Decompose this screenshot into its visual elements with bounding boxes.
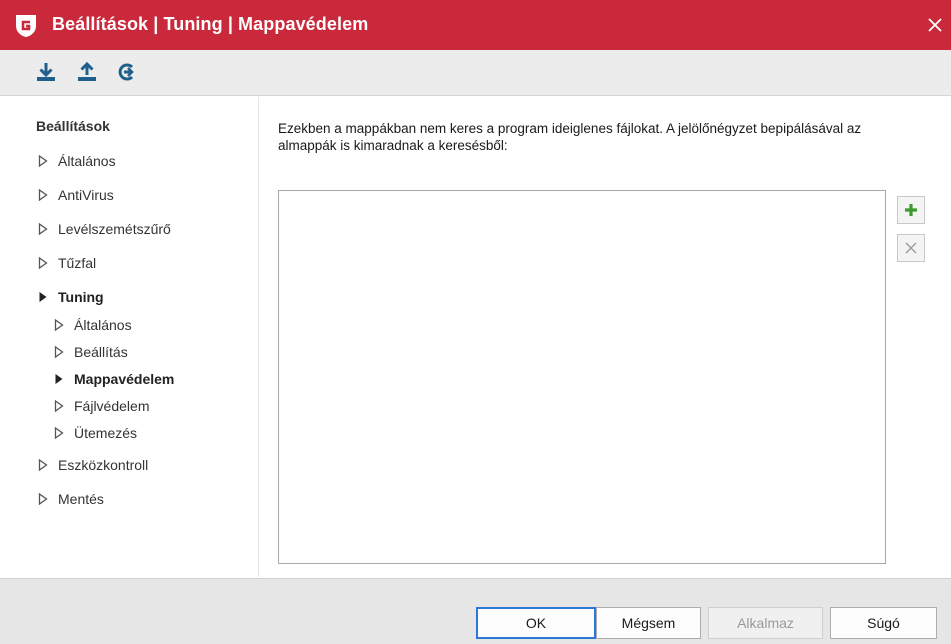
sidebar-item-label: Eszközkontroll	[58, 457, 149, 473]
expand-arrow-icon	[52, 399, 66, 413]
selected-arrow-icon	[52, 372, 66, 386]
sidebar-item-eszkozkontroll[interactable]: Eszközkontroll	[36, 457, 148, 473]
reset-icon	[118, 63, 134, 81]
sidebar-subitem-beallitas[interactable]: Beállítás	[52, 344, 128, 360]
export-icon	[78, 61, 96, 81]
sidebar-item-label: AntiVirus	[58, 187, 114, 203]
add-folder-button[interactable]	[897, 196, 925, 224]
expand-arrow-icon	[36, 154, 50, 168]
expand-arrow-icon	[52, 318, 66, 332]
settings-sidebar: Beállítások Általános AntiVirus Levélsze…	[0, 97, 259, 577]
description-text: Ezekben a mappákban nem keres a program …	[278, 121, 862, 153]
sidebar-item-tuzfal[interactable]: Tűzfal	[36, 255, 96, 271]
remove-folder-button[interactable]	[897, 234, 925, 262]
expand-arrow-icon	[36, 492, 50, 506]
sidebar-item-levelszemetszuro[interactable]: Levélszemétszűrő	[36, 221, 171, 237]
sidebar-subitem-utemezes[interactable]: Ütemezés	[52, 425, 137, 441]
plus-icon	[905, 204, 917, 216]
expand-arrow-icon	[36, 222, 50, 236]
sidebar-item-altalanos[interactable]: Általános	[36, 153, 116, 169]
ok-button[interactable]: OK	[476, 607, 596, 639]
sidebar-subitem-mappavedelem[interactable]: Mappavédelem	[52, 371, 174, 387]
remove-icon	[905, 242, 917, 254]
import-icon	[37, 63, 55, 81]
sidebar-item-label: Beállítás	[74, 344, 128, 360]
sidebar-item-label: Levélszemétszűrő	[58, 221, 171, 237]
sidebar-item-label: Tűzfal	[58, 255, 97, 271]
main-content: Ezekben a mappákban nem keres a program …	[260, 97, 951, 577]
help-button[interactable]: Súgó	[830, 607, 937, 639]
import-button[interactable]	[32, 58, 60, 86]
dialog-footer: OK Mégsem Alkalmaz Súgó	[0, 578, 951, 644]
sidebar-item-label: Ütemezés	[74, 425, 138, 441]
gdata-logo-icon	[15, 14, 37, 38]
sidebar-item-label: Mappavédelem	[74, 371, 175, 387]
sidebar-item-label: Fájlvédelem	[74, 398, 150, 414]
sidebar-subitem-fajlvedelem[interactable]: Fájlvédelem	[52, 398, 149, 414]
sidebar-item-tuning[interactable]: Tuning	[36, 289, 104, 305]
sidebar-item-label: Általános	[74, 317, 132, 333]
sidebar-item-label: Mentés	[58, 491, 104, 507]
window-title: Beállítások | Tuning | Mappavédelem	[52, 14, 369, 34]
sidebar-heading: Beállítások	[36, 118, 110, 134]
title-bar: Beállítások | Tuning | Mappavédelem	[0, 0, 951, 50]
sidebar-item-mentes[interactable]: Mentés	[36, 491, 104, 507]
sidebar-item-label: Tuning	[58, 289, 104, 305]
excluded-folders-list[interactable]	[278, 190, 886, 564]
reset-button[interactable]	[112, 58, 140, 86]
expand-arrow-icon	[36, 256, 50, 270]
expand-arrow-icon	[52, 345, 66, 359]
expand-arrow-icon	[36, 188, 50, 202]
close-button[interactable]	[919, 0, 951, 50]
sidebar-subitem-altalanos[interactable]: Általános	[52, 317, 132, 333]
sidebar-item-antivirus[interactable]: AntiVirus	[36, 187, 114, 203]
toolbar	[0, 50, 951, 96]
close-icon	[928, 18, 942, 32]
sidebar-item-label: Általános	[58, 153, 116, 169]
expand-arrow-icon	[52, 426, 66, 440]
expanded-arrow-icon	[36, 290, 50, 304]
export-button[interactable]	[73, 58, 101, 86]
cancel-button[interactable]: Mégsem	[596, 607, 701, 639]
expand-arrow-icon	[36, 458, 50, 472]
apply-button[interactable]: Alkalmaz	[708, 607, 823, 639]
